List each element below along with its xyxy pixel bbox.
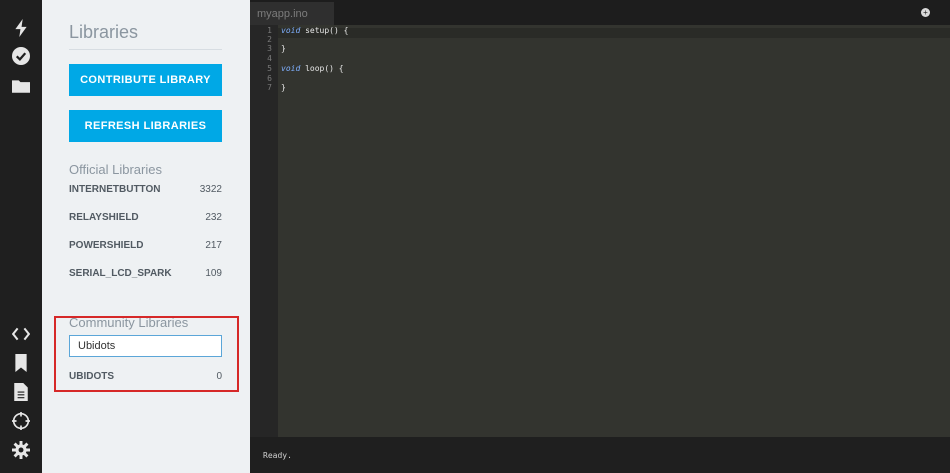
- code-line: void setup() {: [281, 26, 349, 35]
- library-name: UBIDOTS: [69, 371, 114, 382]
- community-libraries-title: Community Libraries: [69, 315, 189, 330]
- library-count: 232: [205, 212, 222, 223]
- code-line: }: [281, 44, 286, 53]
- library-name: RELAYSHIELD: [69, 212, 139, 223]
- gear-icon[interactable]: [7, 436, 35, 464]
- console-panel: Ready.: [250, 437, 950, 473]
- verify-icon[interactable]: [7, 42, 35, 70]
- library-count: 109: [205, 268, 222, 279]
- library-search-input[interactable]: [69, 335, 222, 357]
- line-number: 7: [267, 83, 272, 92]
- bookmark-icon[interactable]: [7, 349, 35, 377]
- official-libraries-title: Official Libraries: [69, 162, 162, 177]
- add-tab-icon[interactable]: +: [921, 8, 930, 17]
- console-status-text: Ready.: [263, 451, 292, 460]
- line-number: 3: [267, 44, 272, 53]
- library-item[interactable]: INTERNETBUTTON 3322: [69, 184, 222, 195]
- tab-bar: myapp.ino +: [250, 0, 950, 25]
- document-icon[interactable]: [7, 378, 35, 406]
- contribute-library-button[interactable]: CONTRIBUTE LIBRARY: [69, 64, 222, 96]
- active-line: [278, 28, 950, 38]
- library-name: POWERSHIELD: [69, 240, 144, 251]
- library-item[interactable]: POWERSHIELD 217: [69, 240, 222, 251]
- code-editor: myapp.ino + 1 2 3 4 5 6 7 void setup() {…: [250, 0, 950, 473]
- library-count: 0: [216, 371, 222, 382]
- library-name: SERIAL_LCD_SPARK: [69, 268, 172, 279]
- code-line: }: [281, 83, 286, 92]
- code-line: void loop() {: [281, 64, 344, 73]
- libraries-panel: Libraries CONTRIBUTE LIBRARY REFRESH LIB…: [42, 0, 250, 473]
- folder-icon[interactable]: [7, 72, 35, 100]
- library-item[interactable]: RELAYSHIELD 232: [69, 212, 222, 223]
- flash-icon[interactable]: [7, 14, 35, 42]
- line-number: 4: [267, 54, 272, 63]
- line-number: 6: [267, 74, 272, 83]
- panel-title: Libraries: [69, 22, 222, 50]
- library-count: 3322: [199, 184, 222, 195]
- library-item[interactable]: SERIAL_LCD_SPARK 109: [69, 268, 222, 279]
- line-number-gutter: 1 2 3 4 5 6 7: [250, 25, 278, 437]
- line-number: 1: [267, 26, 272, 35]
- library-count: 217: [205, 240, 222, 251]
- library-item[interactable]: UBIDOTS 0: [69, 371, 222, 382]
- code-icon[interactable]: [7, 320, 35, 348]
- library-name: INTERNETBUTTON: [69, 184, 161, 195]
- icon-rail: [0, 0, 42, 473]
- tab-myapp[interactable]: myapp.ino: [250, 2, 334, 25]
- line-number: 5: [267, 64, 272, 73]
- line-number: 2: [267, 35, 272, 44]
- refresh-libraries-button[interactable]: REFRESH LIBRARIES: [69, 110, 222, 142]
- code-area[interactable]: void setup() { } void loop() { }: [278, 25, 950, 437]
- crosshair-icon[interactable]: [7, 407, 35, 435]
